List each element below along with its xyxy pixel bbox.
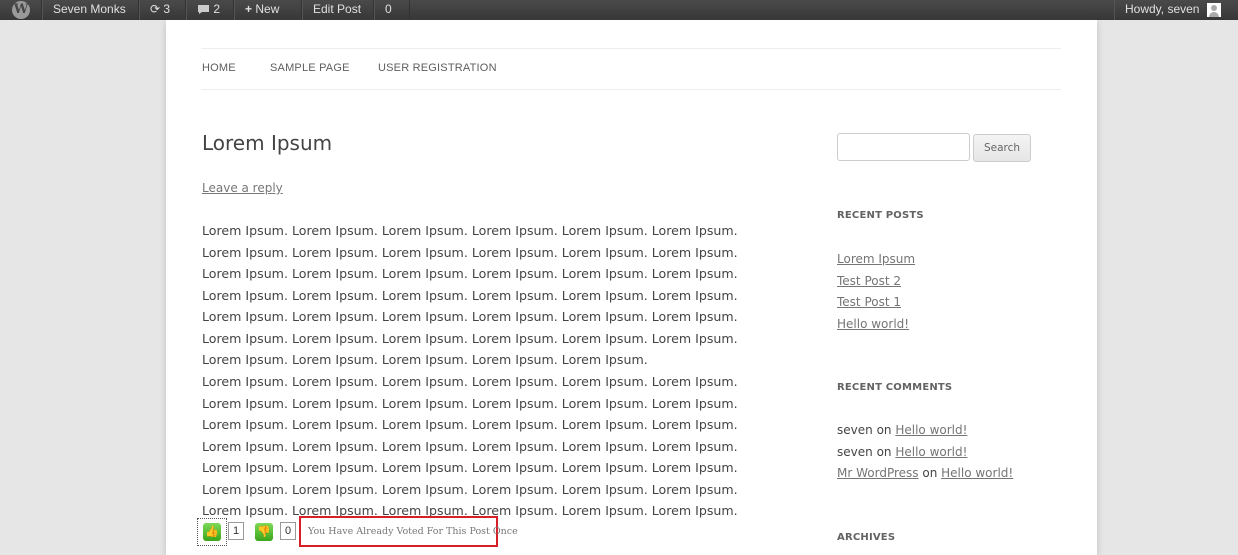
account-menu[interactable]: Howdy, seven: [1114, 0, 1238, 20]
leave-reply-link[interactable]: Leave a reply: [202, 181, 283, 195]
list-item: Hello world!: [837, 314, 915, 336]
page-container: HOME SAMPLE PAGE USER REGISTRATION Lorem…: [166, 20, 1097, 555]
thumbs-down-icon: 👎: [255, 523, 273, 541]
post-paragraph: Lorem Ipsum. Lorem Ipsum. Lorem Ipsum. L…: [202, 223, 738, 367]
recent-comments-list: seven on Hello world! seven on Hello wor…: [837, 420, 1013, 485]
list-item: Test Post 1: [837, 292, 915, 314]
main-navigation: HOME SAMPLE PAGE USER REGISTRATION: [201, 48, 1061, 90]
comment-bubble-icon: [198, 5, 209, 15]
new-label: New: [255, 2, 280, 16]
recent-post-link[interactable]: Hello world!: [837, 317, 909, 331]
list-item: Lorem Ipsum: [837, 249, 915, 271]
recent-post-link[interactable]: Test Post 2: [837, 274, 901, 288]
comment-post-link[interactable]: Hello world!: [895, 445, 967, 459]
comment-on-text: on: [922, 466, 938, 480]
vote-status-message: You Have Already Voted For This Post Onc…: [299, 516, 518, 547]
vote-up-button[interactable]: 👍: [197, 518, 227, 546]
post-paragraph: Lorem Ipsum. Lorem Ipsum. Lorem Ipsum. L…: [202, 374, 738, 518]
howdy-text: Howdy, seven: [1125, 2, 1200, 16]
updates-count: 3: [163, 2, 171, 16]
recent-posts-heading: RECENT POSTS: [837, 210, 924, 221]
search-input[interactable]: [837, 133, 970, 161]
comment-post-link[interactable]: Hello world!: [895, 423, 967, 437]
updates-link[interactable]: ⟳ 3: [139, 0, 186, 20]
admin-bar: W Seven Monks ⟳ 3 2 + New Edit Post 0 Ho…: [0, 0, 1238, 20]
list-item: Mr WordPress on Hello world!: [837, 463, 1013, 485]
comment-post-link[interactable]: Hello world!: [941, 466, 1013, 480]
thumbs-up-icon: 👍: [203, 523, 221, 541]
wordpress-logo-menu[interactable]: W: [0, 0, 42, 20]
list-item: seven on Hello world!: [837, 420, 1013, 442]
comment-author: seven: [837, 444, 873, 459]
post-title[interactable]: Lorem Ipsum: [202, 131, 332, 155]
search-button[interactable]: Search: [973, 134, 1031, 162]
recent-post-link[interactable]: Test Post 1: [837, 295, 901, 309]
comment-author: seven: [837, 423, 873, 437]
recent-comments-heading: RECENT COMMENTS: [837, 382, 953, 393]
comment-author-link[interactable]: Mr WordPress: [837, 466, 919, 480]
nav-item-sample-page[interactable]: SAMPLE PAGE: [270, 62, 350, 74]
list-item: seven on Hello world!: [837, 442, 1013, 464]
nav-item-home[interactable]: HOME: [202, 62, 236, 74]
new-content-menu[interactable]: + New: [234, 0, 302, 20]
vote-down-button[interactable]: 👎: [255, 522, 275, 542]
archives-heading: ARCHIVES: [837, 532, 896, 543]
plus-icon: +: [245, 2, 253, 16]
recent-posts-list: Lorem Ipsum Test Post 2 Test Post 1 Hell…: [837, 249, 915, 335]
comments-count: 2: [213, 2, 221, 16]
wordpress-icon: W: [12, 1, 30, 19]
counter-item[interactable]: 0: [374, 0, 410, 20]
recent-post-link[interactable]: Lorem Ipsum: [837, 252, 915, 266]
nav-item-user-registration[interactable]: USER REGISTRATION: [378, 62, 497, 74]
list-item: Test Post 2: [837, 271, 915, 293]
comment-on-text: on: [876, 423, 892, 437]
down-vote-count: 0: [280, 522, 296, 540]
comment-on-text: on: [876, 444, 892, 459]
comments-link[interactable]: 2: [186, 0, 234, 20]
edit-post-link[interactable]: Edit Post: [302, 0, 374, 20]
site-name-link[interactable]: Seven Monks: [42, 0, 139, 20]
up-vote-count: 1: [228, 522, 244, 540]
updates-icon: ⟳: [150, 2, 161, 16]
avatar: [1206, 2, 1221, 17]
